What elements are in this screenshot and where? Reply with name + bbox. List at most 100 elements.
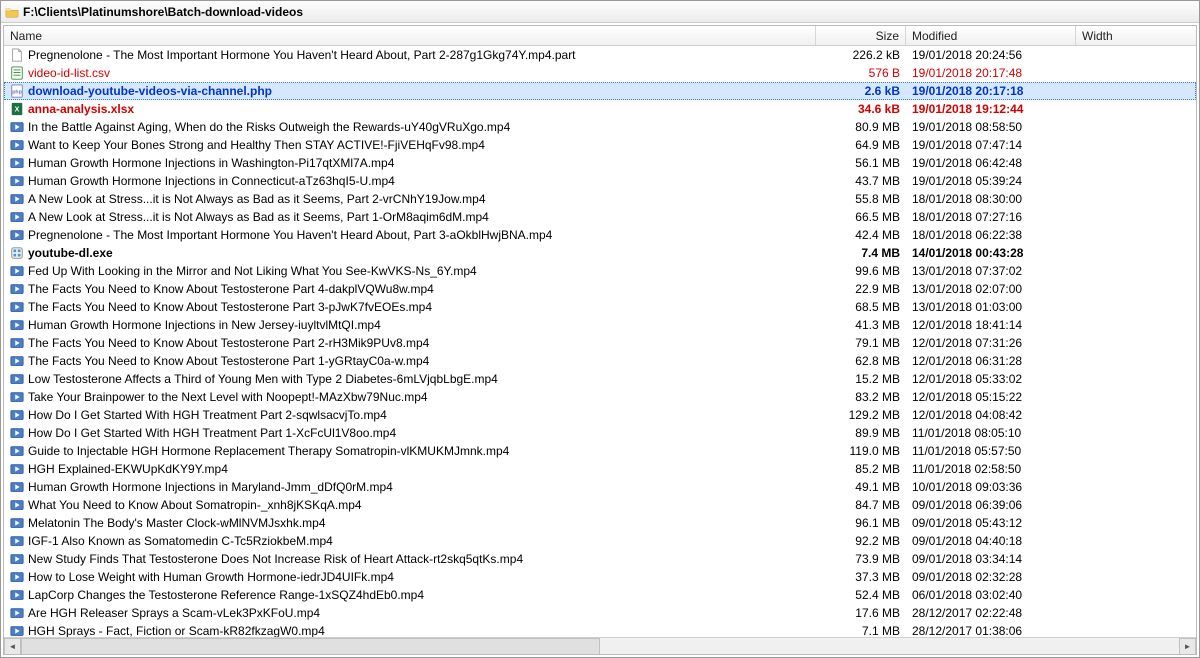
file-size-cell: 99.6 MB bbox=[816, 264, 906, 278]
file-row[interactable]: Xanna-analysis.xlsx34.6 kB19/01/2018 19:… bbox=[4, 100, 1196, 118]
video-icon bbox=[10, 588, 24, 602]
column-header-width[interactable]: Width bbox=[1076, 26, 1196, 45]
file-row[interactable]: Human Growth Hormone Injections in Washi… bbox=[4, 154, 1196, 172]
title-bar[interactable]: F:\Clients\Platinumshore\Batch-download-… bbox=[1, 1, 1199, 23]
file-name-cell[interactable]: Human Growth Hormone Injections in New J… bbox=[4, 318, 816, 332]
file-name-label: New Study Finds That Testosterone Does N… bbox=[28, 552, 523, 566]
file-name-cell[interactable]: The Facts You Need to Know About Testost… bbox=[4, 354, 816, 368]
file-name-cell[interactable]: The Facts You Need to Know About Testost… bbox=[4, 300, 816, 314]
file-name-cell[interactable]: Human Growth Hormone Injections in Conne… bbox=[4, 174, 816, 188]
file-size-cell: 79.1 MB bbox=[816, 336, 906, 350]
file-name-label: A New Look at Stress...it is Not Always … bbox=[28, 210, 489, 224]
file-row[interactable]: How to Lose Weight with Human Growth Hor… bbox=[4, 568, 1196, 586]
file-name-cell[interactable]: How to Lose Weight with Human Growth Hor… bbox=[4, 570, 816, 584]
file-row[interactable]: Melatonin The Body's Master Clock-wMlNVM… bbox=[4, 514, 1196, 532]
file-row[interactable]: The Facts You Need to Know About Testost… bbox=[4, 352, 1196, 370]
file-name-cell[interactable]: HGH Explained-EKWUpKdKY9Y.mp4 bbox=[4, 462, 816, 476]
file-row[interactable]: Guide to Injectable HGH Hormone Replacem… bbox=[4, 442, 1196, 460]
file-name-label: How Do I Get Started With HGH Treatment … bbox=[28, 408, 387, 422]
file-size-cell: 576 B bbox=[816, 66, 906, 80]
column-header-name[interactable]: Name bbox=[4, 26, 816, 45]
file-name-cell[interactable]: The Facts You Need to Know About Testost… bbox=[4, 282, 816, 296]
file-name-cell[interactable]: The Facts You Need to Know About Testost… bbox=[4, 336, 816, 350]
file-size-cell: 66.5 MB bbox=[816, 210, 906, 224]
video-icon bbox=[10, 174, 24, 188]
file-row[interactable]: Human Growth Hormone Injections in New J… bbox=[4, 316, 1196, 334]
scroll-left-arrow[interactable]: ◄ bbox=[4, 638, 21, 655]
file-row[interactable]: phpdownload-youtube-videos-via-channel.p… bbox=[4, 82, 1196, 100]
file-name-cell[interactable]: A New Look at Stress...it is Not Always … bbox=[4, 210, 816, 224]
scroll-thumb[interactable] bbox=[21, 638, 600, 655]
file-name-label: In the Battle Against Aging, When do the… bbox=[28, 120, 510, 134]
file-name-cell[interactable]: phpdownload-youtube-videos-via-channel.p… bbox=[4, 84, 816, 98]
file-name-cell[interactable]: IGF-1 Also Known as Somatomedin C-Tc5Rzi… bbox=[4, 534, 816, 548]
file-size-cell: 37.3 MB bbox=[816, 570, 906, 584]
file-row[interactable]: Fed Up With Looking in the Mirror and No… bbox=[4, 262, 1196, 280]
file-name-cell[interactable]: Xanna-analysis.xlsx bbox=[4, 102, 816, 116]
file-name-cell[interactable]: video-id-list.csv bbox=[4, 66, 816, 80]
file-row[interactable]: youtube-dl.exe7.4 MB14/01/2018 00:43:28 bbox=[4, 244, 1196, 262]
video-icon bbox=[10, 354, 24, 368]
file-name-label: Human Growth Hormone Injections in Conne… bbox=[28, 174, 395, 188]
file-size-cell: 83.2 MB bbox=[816, 390, 906, 404]
file-name-cell[interactable]: How Do I Get Started With HGH Treatment … bbox=[4, 426, 816, 440]
file-row[interactable]: A New Look at Stress...it is Not Always … bbox=[4, 208, 1196, 226]
scroll-right-arrow[interactable]: ► bbox=[1179, 638, 1196, 655]
file-row[interactable]: LapCorp Changes the Testosterone Referen… bbox=[4, 586, 1196, 604]
file-row[interactable]: How Do I Get Started With HGH Treatment … bbox=[4, 406, 1196, 424]
video-icon bbox=[10, 336, 24, 350]
file-row[interactable]: Pregnenolone - The Most Important Hormon… bbox=[4, 46, 1196, 64]
file-row[interactable]: The Facts You Need to Know About Testost… bbox=[4, 280, 1196, 298]
file-row[interactable]: Pregnenolone - The Most Important Hormon… bbox=[4, 226, 1196, 244]
file-name-cell[interactable]: Want to Keep Your Bones Strong and Healt… bbox=[4, 138, 816, 152]
file-row[interactable]: What You Need to Know About Somatropin-_… bbox=[4, 496, 1196, 514]
file-name-label: Low Testosterone Affects a Third of Youn… bbox=[28, 372, 498, 386]
video-icon bbox=[10, 210, 24, 224]
file-row[interactable]: Want to Keep Your Bones Strong and Healt… bbox=[4, 136, 1196, 154]
file-name-cell[interactable]: In the Battle Against Aging, When do the… bbox=[4, 120, 816, 134]
file-size-cell: 7.4 MB bbox=[816, 246, 906, 260]
file-name-cell[interactable]: Human Growth Hormone Injections in Maryl… bbox=[4, 480, 816, 494]
file-name-cell[interactable]: Pregnenolone - The Most Important Hormon… bbox=[4, 48, 816, 62]
file-row[interactable]: The Facts You Need to Know About Testost… bbox=[4, 298, 1196, 316]
file-row[interactable]: A New Look at Stress...it is Not Always … bbox=[4, 190, 1196, 208]
file-row[interactable]: HGH Sprays - Fact, Fiction or Scam-kR82f… bbox=[4, 622, 1196, 637]
file-row[interactable]: Human Growth Hormone Injections in Conne… bbox=[4, 172, 1196, 190]
file-row[interactable]: video-id-list.csv576 B19/01/2018 20:17:4… bbox=[4, 64, 1196, 82]
file-name-cell[interactable]: Guide to Injectable HGH Hormone Replacem… bbox=[4, 444, 816, 458]
horizontal-scrollbar[interactable]: ◄ ► bbox=[4, 637, 1196, 654]
file-row[interactable]: Are HGH Releaser Sprays a Scam-vLek3PxKF… bbox=[4, 604, 1196, 622]
file-name-cell[interactable]: What You Need to Know About Somatropin-_… bbox=[4, 498, 816, 512]
file-name-label: HGH Sprays - Fact, Fiction or Scam-kR82f… bbox=[28, 624, 325, 637]
file-name-cell[interactable]: How Do I Get Started With HGH Treatment … bbox=[4, 408, 816, 422]
column-header-modified[interactable]: Modified bbox=[906, 26, 1076, 45]
file-name-cell[interactable]: Pregnenolone - The Most Important Hormon… bbox=[4, 228, 816, 242]
file-name-cell[interactable]: Are HGH Releaser Sprays a Scam-vLek3PxKF… bbox=[4, 606, 816, 620]
file-name-cell[interactable]: Fed Up With Looking in the Mirror and No… bbox=[4, 264, 816, 278]
file-row[interactable]: In the Battle Against Aging, When do the… bbox=[4, 118, 1196, 136]
file-name-label: youtube-dl.exe bbox=[28, 246, 113, 260]
file-name-cell[interactable]: Low Testosterone Affects a Third of Youn… bbox=[4, 372, 816, 386]
file-row[interactable]: IGF-1 Also Known as Somatomedin C-Tc5Rzi… bbox=[4, 532, 1196, 550]
file-name-cell[interactable]: Melatonin The Body's Master Clock-wMlNVM… bbox=[4, 516, 816, 530]
file-name-cell[interactable]: LapCorp Changes the Testosterone Referen… bbox=[4, 588, 816, 602]
file-row[interactable]: Low Testosterone Affects a Third of Youn… bbox=[4, 370, 1196, 388]
window-title: F:\Clients\Platinumshore\Batch-download-… bbox=[23, 5, 303, 19]
column-header-size[interactable]: Size bbox=[816, 26, 906, 45]
file-row[interactable]: Human Growth Hormone Injections in Maryl… bbox=[4, 478, 1196, 496]
file-name-cell[interactable]: HGH Sprays - Fact, Fiction or Scam-kR82f… bbox=[4, 624, 816, 637]
file-row[interactable]: How Do I Get Started With HGH Treatment … bbox=[4, 424, 1196, 442]
file-name-cell[interactable]: A New Look at Stress...it is Not Always … bbox=[4, 192, 816, 206]
video-icon bbox=[10, 264, 24, 278]
file-name-cell[interactable]: youtube-dl.exe bbox=[4, 246, 816, 260]
file-size-cell: 64.9 MB bbox=[816, 138, 906, 152]
file-row[interactable]: New Study Finds That Testosterone Does N… bbox=[4, 550, 1196, 568]
file-row[interactable]: The Facts You Need to Know About Testost… bbox=[4, 334, 1196, 352]
file-size-cell: 41.3 MB bbox=[816, 318, 906, 332]
file-name-cell[interactable]: Human Growth Hormone Injections in Washi… bbox=[4, 156, 816, 170]
file-row[interactable]: HGH Explained-EKWUpKdKY9Y.mp485.2 MB11/0… bbox=[4, 460, 1196, 478]
file-row[interactable]: Take Your Brainpower to the Next Level w… bbox=[4, 388, 1196, 406]
file-rows-container[interactable]: Pregnenolone - The Most Important Hormon… bbox=[4, 46, 1196, 637]
file-name-cell[interactable]: Take Your Brainpower to the Next Level w… bbox=[4, 390, 816, 404]
file-name-cell[interactable]: New Study Finds That Testosterone Does N… bbox=[4, 552, 816, 566]
